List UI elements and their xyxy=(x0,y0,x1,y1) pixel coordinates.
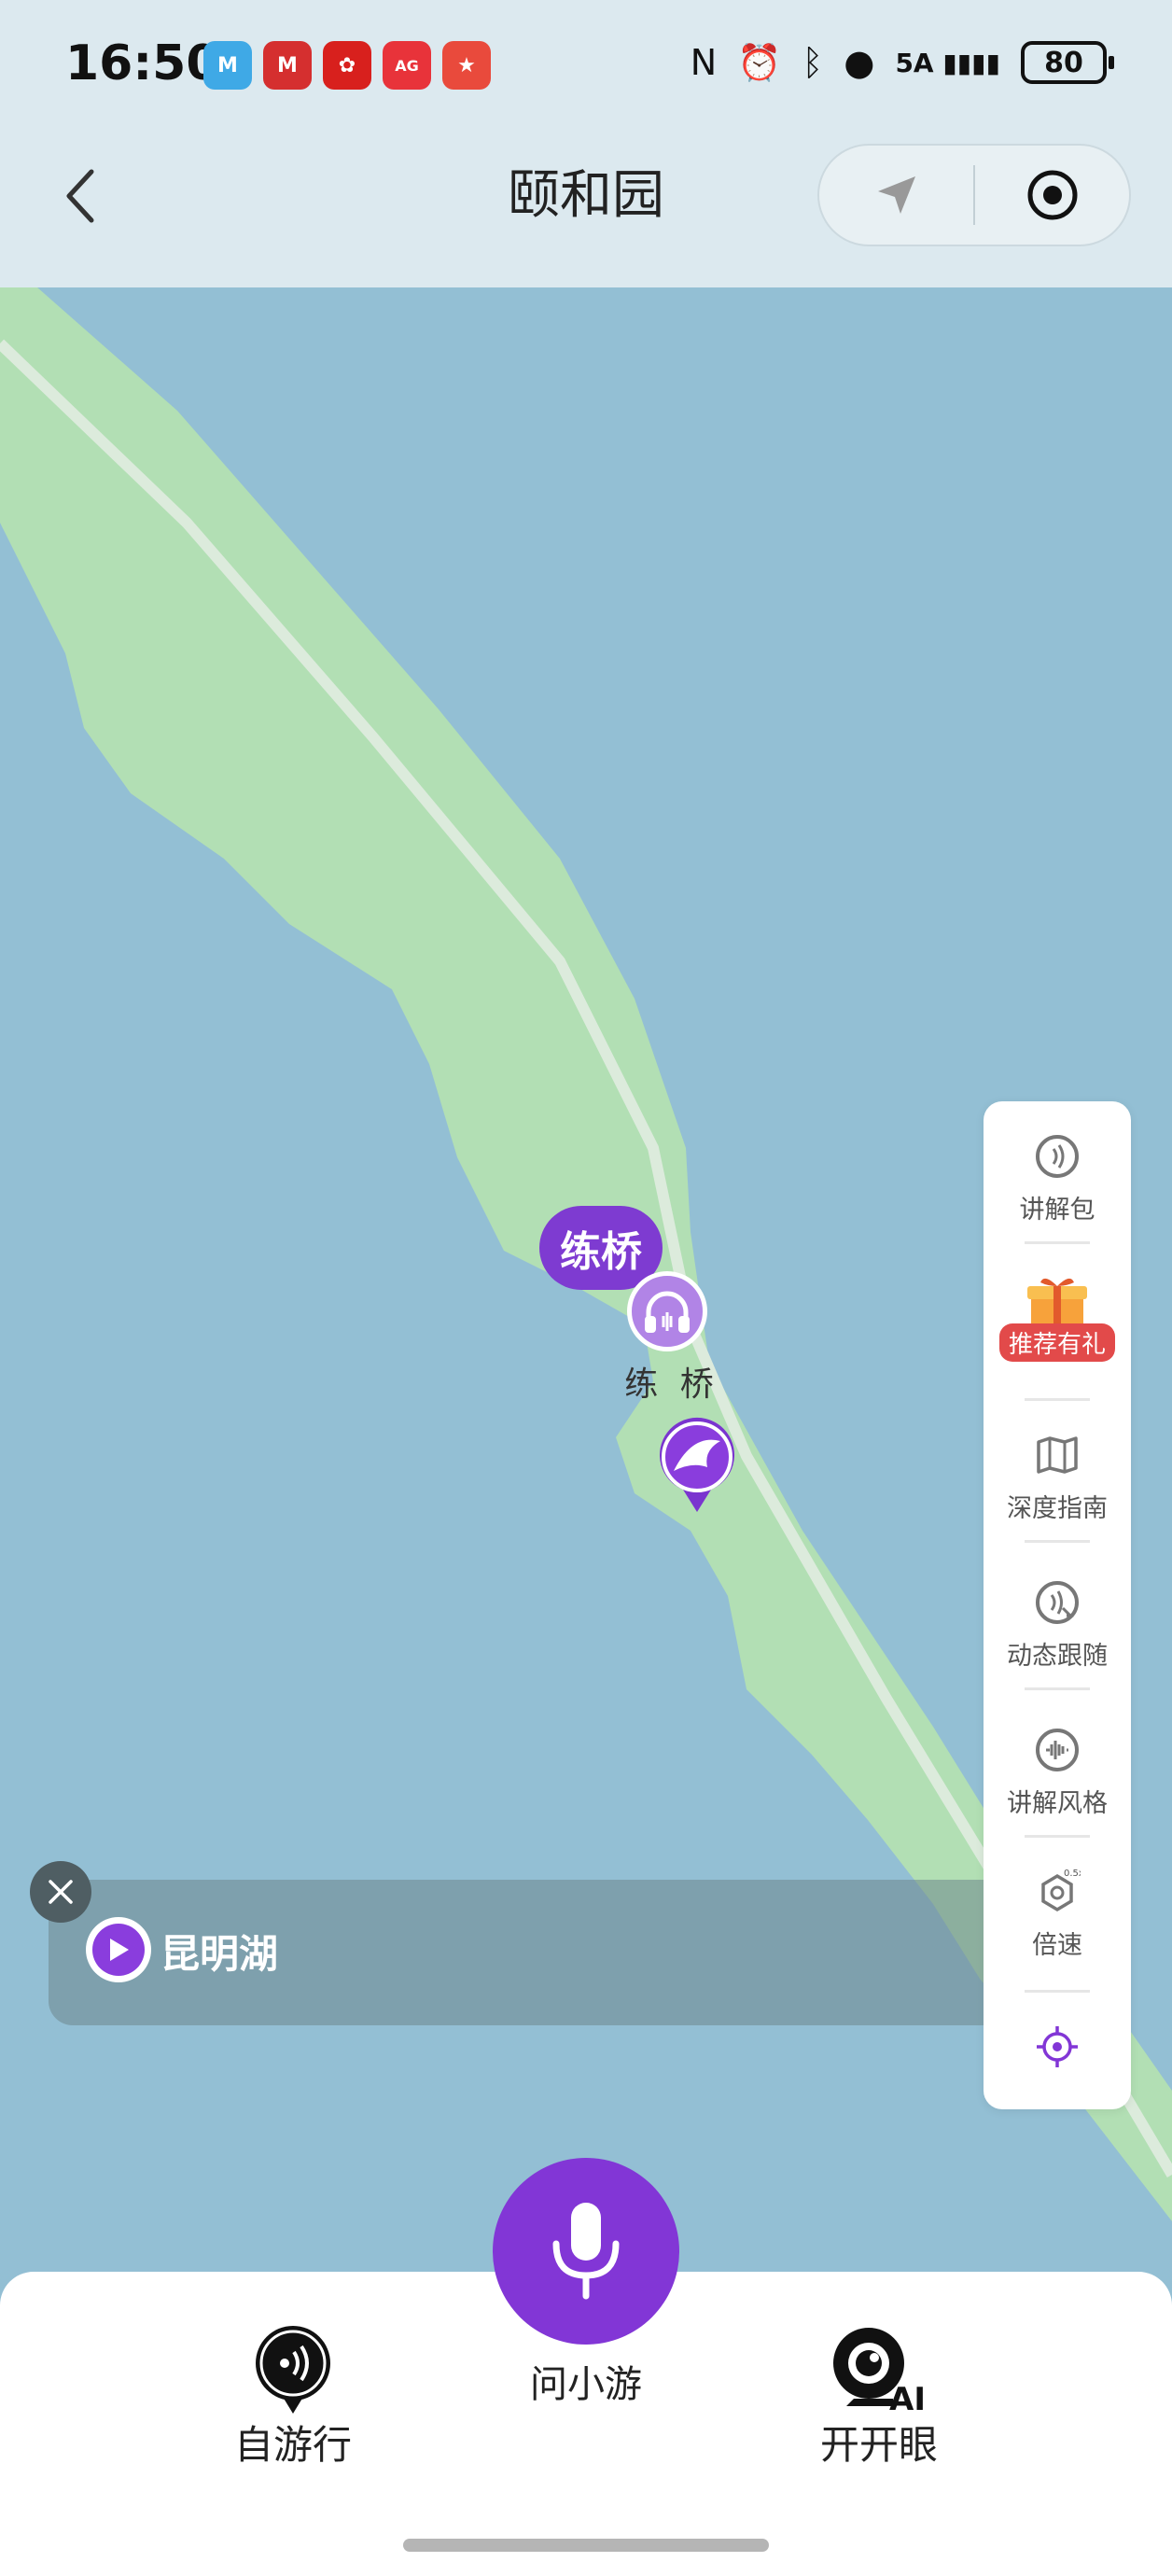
voice-ask-button[interactable] xyxy=(493,2158,679,2345)
home-indicator[interactable] xyxy=(403,2539,769,2552)
playback-speed-label: 倍速 xyxy=(1032,1931,1082,1960)
poi-label: 练 桥 xyxy=(624,1365,719,1404)
ai-camera-eye-icon: AI xyxy=(833,2328,926,2414)
audio-pack-button[interactable]: 讲解包 xyxy=(984,1131,1131,1225)
svg-text:AI: AI xyxy=(889,2381,926,2414)
microphone-icon xyxy=(552,2203,620,2300)
user-location-marker xyxy=(660,1417,734,1512)
divider xyxy=(1025,1835,1090,1838)
playback-speed-button[interactable]: 0.5x 倍速 xyxy=(984,1867,1131,1961)
app-gallery-icon: AG xyxy=(383,41,431,90)
navigation-arrow-icon xyxy=(877,176,915,214)
game-app-icon: ★ xyxy=(442,41,491,90)
bank-app-icon: M xyxy=(263,41,312,90)
notification-app-icons: M M ✿ AG ★ xyxy=(203,41,491,90)
system-icons: N ⏰ ᛒ ● 5A ▮▮▮▮ 80 xyxy=(690,41,1114,84)
audio-strip-title: 昆明湖 xyxy=(160,1931,279,1977)
headphones-icon xyxy=(645,1291,690,1333)
nav-bar: 颐和园 xyxy=(0,131,1172,287)
nav-capsule xyxy=(817,144,1131,246)
chevron-left-icon xyxy=(66,169,94,223)
deep-guide-button[interactable]: 深度指南 xyxy=(984,1430,1131,1524)
speed-hexagon-icon: 0.5x xyxy=(1041,1869,1081,1912)
gift-label: 推荐有礼 xyxy=(998,1323,1115,1362)
gift-button[interactable]: 推荐有礼 xyxy=(984,1273,1131,1362)
navigate-button[interactable] xyxy=(819,146,973,245)
voice-style-icon xyxy=(1036,1729,1079,1771)
back-button[interactable] xyxy=(52,159,108,233)
close-audio-strip-button[interactable] xyxy=(30,1861,91,1923)
divider xyxy=(1025,1990,1090,1993)
metro-app-icon: M xyxy=(203,41,252,90)
crosshair-icon xyxy=(1037,2026,1078,2067)
self-tour-audio-icon xyxy=(256,2326,330,2414)
deep-guide-label: 深度指南 xyxy=(1007,1494,1108,1523)
target-circle-icon xyxy=(1027,170,1077,220)
map-book-icon xyxy=(1037,1436,1078,1474)
dynamic-follow-button[interactable]: 动态跟随 xyxy=(984,1577,1131,1672)
mini-program-close-button[interactable] xyxy=(975,146,1129,245)
close-icon xyxy=(49,1880,73,1904)
play-button[interactable] xyxy=(86,1917,151,1982)
recenter-button[interactable] xyxy=(984,2022,1131,2072)
audio-guide-marker[interactable] xyxy=(627,1271,707,1351)
svg-text:0.5x: 0.5x xyxy=(1064,1869,1081,1879)
alarm-icon: ⏰ xyxy=(737,41,782,83)
narration-style-label: 讲解风格 xyxy=(1007,1789,1108,1818)
tab-open-eye[interactable]: AI 开开眼 xyxy=(786,2324,972,2471)
play-icon xyxy=(92,1924,145,1976)
flower-app-icon: ✿ xyxy=(323,41,371,90)
battery-icon: 80 xyxy=(1021,41,1114,84)
audio-pack-icon xyxy=(1036,1135,1079,1178)
audio-pack-label: 讲解包 xyxy=(1019,1196,1095,1225)
divider xyxy=(1025,1241,1090,1244)
divider xyxy=(1025,1687,1090,1690)
follow-audio-icon xyxy=(1036,1581,1079,1624)
bluetooth-icon: ᛒ xyxy=(802,42,824,83)
map-tool-panel: 讲解包 推荐有礼 深度指南 动态跟随 讲解风格 0.5x 倍速 xyxy=(984,1101,1131,2109)
narration-style-button[interactable]: 讲解风格 xyxy=(984,1725,1131,1819)
location-icon: ● xyxy=(844,42,875,83)
tab-open-eye-label: 开开眼 xyxy=(819,2422,938,2468)
tab-self-tour-label: 自游行 xyxy=(233,2422,352,2468)
gift-box-icon xyxy=(1027,1278,1087,1329)
voice-ask-label: 问小游 xyxy=(530,2363,642,2406)
tab-self-tour[interactable]: 自游行 xyxy=(200,2324,386,2471)
status-time: 16:50 xyxy=(65,35,220,91)
dynamic-follow-label: 动态跟随 xyxy=(1007,1642,1108,1671)
divider xyxy=(1025,1398,1090,1401)
signal-icon: 5A ▮▮▮▮ xyxy=(895,47,1000,78)
divider xyxy=(1025,1540,1090,1543)
status-bar: 16:50 M M ✿ AG ★ N ⏰ ᛒ ● 5A ▮▮▮▮ 80 xyxy=(0,0,1172,131)
nfc-icon: N xyxy=(690,42,718,83)
